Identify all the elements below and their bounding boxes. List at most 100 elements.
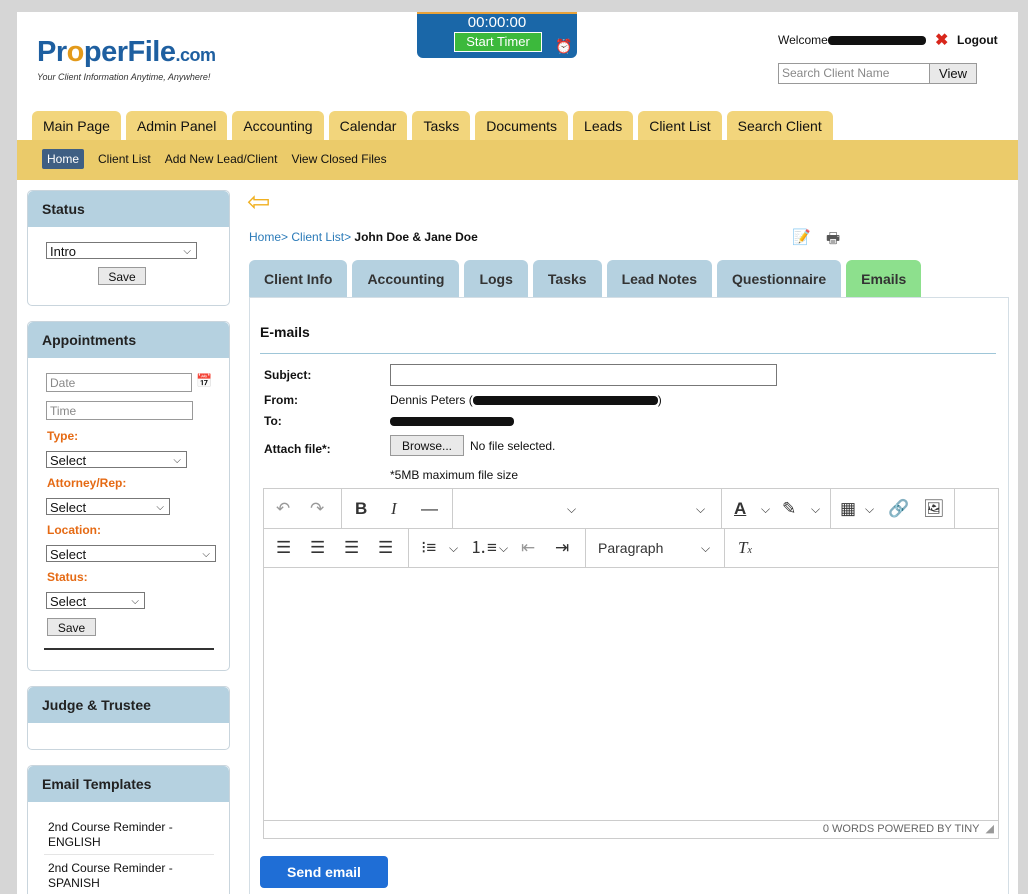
- from-value: Dennis Peters (): [390, 393, 662, 407]
- appointment-save-button[interactable]: Save: [47, 618, 96, 636]
- appointments-panel-title: Appointments: [28, 322, 229, 358]
- tab-lead-notes[interactable]: Lead Notes: [606, 260, 713, 297]
- font-size-dropdown-icon[interactable]: ⌵: [696, 500, 705, 519]
- start-timer-button[interactable]: Start Timer: [454, 32, 542, 52]
- edit-note-icon[interactable]: 📝: [792, 228, 811, 246]
- chevron-down-icon[interactable]: ⌵: [761, 500, 770, 519]
- from-label: From:: [264, 393, 298, 407]
- undo-icon[interactable]: ↶: [276, 499, 290, 518]
- brand-name: ProperFile.com: [37, 37, 216, 70]
- font-family-dropdown-icon[interactable]: ⌵: [567, 500, 576, 519]
- appt-status-select[interactable]: Select ⌵: [46, 592, 145, 609]
- align-right-icon[interactable]: ☰: [344, 538, 359, 557]
- chevron-down-icon: ⌵: [202, 549, 210, 560]
- align-left-icon[interactable]: ☰: [276, 538, 291, 557]
- divider: [408, 528, 409, 567]
- print-icon[interactable]: 🖶: [826, 228, 840, 253]
- template-item[interactable]: 2nd Course Reminder - ENGLISH: [48, 820, 188, 850]
- tab-logs[interactable]: Logs: [464, 260, 528, 297]
- divider: [954, 489, 955, 528]
- divider: [260, 353, 996, 354]
- indent-icon[interactable]: ⇥: [555, 538, 569, 557]
- attorney-select[interactable]: Select ⌵: [46, 498, 170, 515]
- editor-body[interactable]: [264, 568, 998, 820]
- location-select[interactable]: Select ⌵: [46, 545, 216, 562]
- align-center-icon[interactable]: ☰: [310, 538, 325, 557]
- tab-questionnaire[interactable]: Questionnaire: [717, 260, 842, 297]
- tab-emails[interactable]: Emails: [846, 260, 922, 297]
- status-panel-title: Status: [28, 191, 229, 227]
- word-count: 0 WORDS POWERED BY TINY: [822, 823, 980, 835]
- type-select-value: Select: [50, 453, 87, 468]
- tab-client-list[interactable]: Client List: [638, 111, 722, 140]
- tab-documents[interactable]: Documents: [475, 111, 569, 140]
- chevron-down-icon[interactable]: ⌵: [811, 500, 820, 519]
- logo[interactable]: ProperFile.com Your Client Information A…: [37, 37, 216, 82]
- breadcrumb-client-list[interactable]: Client List>: [291, 230, 351, 244]
- time-input[interactable]: Time: [46, 401, 193, 420]
- bullet-list-icon[interactable]: ⁝≡: [421, 538, 436, 557]
- italic-icon[interactable]: I: [391, 499, 397, 518]
- chevron-down-icon[interactable]: ⌵: [449, 539, 458, 558]
- tab-search-client[interactable]: Search Client: [726, 111, 833, 140]
- chevron-down-icon: ⌵: [131, 596, 139, 607]
- bold-icon[interactable]: B: [355, 499, 367, 518]
- view-button[interactable]: View: [929, 63, 977, 84]
- chevron-down-icon[interactable]: ⌵: [701, 539, 710, 558]
- tab-main-page[interactable]: Main Page: [32, 111, 121, 140]
- outdent-icon[interactable]: ⇤: [521, 538, 535, 557]
- timer-display: 00:00:00: [467, 14, 527, 31]
- search-client-input[interactable]: Search Client Name: [778, 63, 930, 84]
- date-input[interactable]: Date: [46, 373, 192, 392]
- tab-calendar[interactable]: Calendar: [328, 111, 408, 140]
- redo-icon[interactable]: ↷: [310, 499, 324, 518]
- browse-button[interactable]: Browse...: [390, 435, 464, 456]
- attorney-select-value: Select: [50, 500, 87, 515]
- subnav-view-closed-files[interactable]: View Closed Files: [291, 152, 386, 166]
- send-email-button[interactable]: Send email: [260, 856, 388, 888]
- table-icon[interactable]: ▦: [840, 499, 856, 518]
- chevron-down-icon[interactable]: ⌵: [865, 500, 874, 519]
- numbered-list-icon[interactable]: ⒈≡: [470, 538, 497, 557]
- subnav-home[interactable]: Home: [42, 149, 85, 169]
- status-panel: Status Intro ⌵ Save: [27, 190, 230, 306]
- subject-input[interactable]: [390, 364, 777, 386]
- tab-client-tasks[interactable]: Tasks: [532, 260, 602, 297]
- subnav-client-list[interactable]: Client List: [98, 152, 151, 166]
- alarm-clock-icon[interactable]: ⏰: [555, 38, 572, 55]
- status-save-button[interactable]: Save: [98, 267, 146, 285]
- link-icon[interactable]: 🔗: [888, 499, 909, 518]
- client-tabs: Client Info Accounting Logs Tasks Lead N…: [249, 260, 922, 297]
- type-select[interactable]: Select ⌵: [46, 451, 187, 468]
- status-select[interactable]: Intro ⌵: [46, 242, 197, 259]
- template-item[interactable]: 2nd Course Reminder - SPANISH: [48, 861, 188, 891]
- calendar-icon[interactable]: 📅: [196, 373, 212, 389]
- text-color-icon[interactable]: A: [734, 499, 746, 518]
- tab-accounting[interactable]: Accounting: [232, 111, 324, 140]
- tab-tasks[interactable]: Tasks: [412, 111, 471, 140]
- breadcrumb-home[interactable]: Home>: [249, 230, 288, 244]
- tab-admin-panel[interactable]: Admin Panel: [125, 111, 228, 140]
- image-icon[interactable]: 🖼: [923, 499, 945, 518]
- block-format-dropdown[interactable]: Paragraph: [598, 540, 663, 556]
- chevron-down-icon[interactable]: ⌵: [499, 539, 508, 558]
- tab-client-info[interactable]: Client Info: [249, 260, 348, 297]
- welcome-label: Welcome: [778, 33, 828, 47]
- highlight-color-icon[interactable]: ✎: [782, 499, 796, 518]
- horizontal-line-icon[interactable]: —: [421, 499, 438, 518]
- logout-x-icon[interactable]: ✖: [935, 30, 948, 50]
- brand-tld: .com: [175, 45, 216, 65]
- tab-client-accounting[interactable]: Accounting: [352, 260, 460, 297]
- align-justify-icon[interactable]: ☰: [378, 538, 393, 557]
- subnav-add-new-lead[interactable]: Add New Lead/Client: [165, 152, 278, 166]
- clear-formatting-icon[interactable]: Tx: [738, 538, 752, 560]
- resize-handle-icon[interactable]: ◢: [986, 823, 994, 835]
- divider: [830, 489, 831, 528]
- tab-leads[interactable]: Leads: [573, 111, 634, 140]
- subject-label: Subject:: [264, 368, 312, 382]
- appointments-panel: Appointments Date 📅 Time Type: Select ⌵ A…: [27, 321, 230, 671]
- divider: [585, 528, 586, 567]
- back-arrow-icon[interactable]: ⇦: [247, 188, 270, 216]
- logout-link[interactable]: Logout: [957, 33, 998, 47]
- email-form-title: E-mails: [260, 324, 310, 340]
